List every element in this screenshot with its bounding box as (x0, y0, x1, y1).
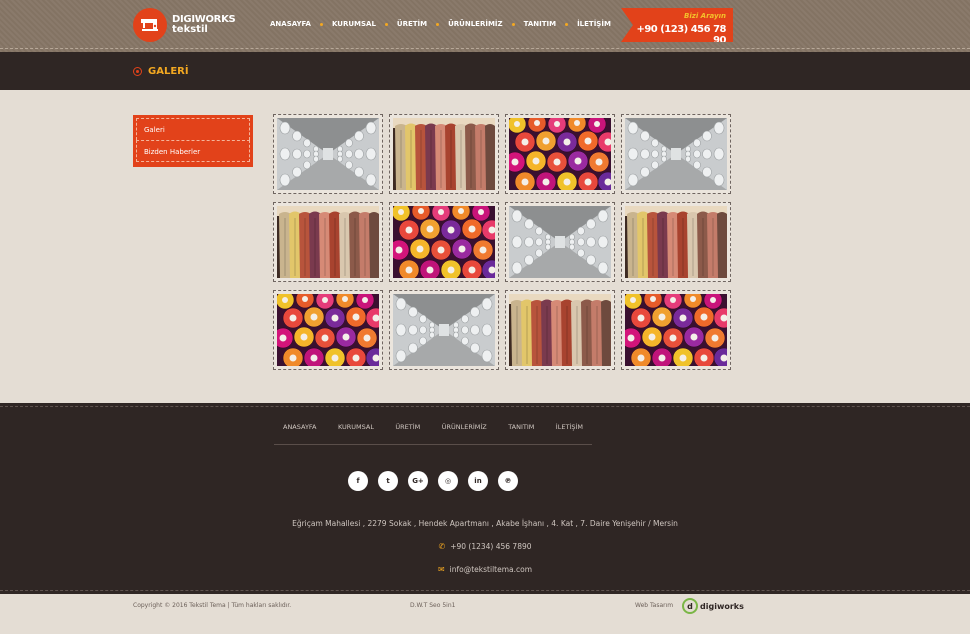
main-nav: ANASAYFA KURUMSAL ÜRETİM ÜRÜNLERİMİZ TAN… (270, 20, 611, 28)
call-phone: +90 (123) 456 78 90 (636, 24, 726, 46)
gallery-thumb[interactable] (273, 114, 383, 194)
sidebar-menu: Galeri Bizden Haberler (133, 115, 253, 167)
gallery-thumb[interactable] (389, 114, 499, 194)
footer-nav: ANASAYFA KURUMSAL ÜRETİM ÜRÜNLERİMİZ TAN… (274, 423, 592, 445)
gallery-thumb[interactable] (621, 114, 731, 194)
facebook-icon[interactable]: f (348, 471, 368, 491)
footer: ANASAYFA KURUMSAL ÜRETİM ÜRÜNLERİMİZ TAN… (0, 403, 970, 594)
web-design-label: Web Tasarım (635, 602, 674, 609)
nav-separator (511, 22, 515, 26)
footer-phone-text: +90 (1234) 456 7890 (450, 542, 532, 551)
nav-item-kurumsal[interactable]: KURUMSAL (332, 20, 376, 28)
linkedin-icon[interactable]: in (468, 471, 488, 491)
seo-credit[interactable]: D.W.T Seo 5in1 (410, 602, 455, 609)
nav-separator (384, 22, 388, 26)
target-icon (133, 67, 142, 76)
sidebar-item-bizden-haberler[interactable]: Bizden Haberler (136, 140, 250, 162)
digiworks-d-icon: d (682, 598, 698, 614)
digiworks-logo[interactable]: d digiworks (682, 598, 744, 614)
bottom-bar: Copyright © 2016 Tekstil Tema | Tüm hakl… (0, 594, 970, 634)
nav-separator (565, 22, 569, 26)
instagram-icon[interactable]: ◎ (438, 471, 458, 491)
nav-item-tanitim[interactable]: TANITIM (524, 20, 556, 28)
google-plus-icon[interactable]: G+ (408, 471, 428, 491)
gallery-thumb[interactable] (273, 202, 383, 282)
gallery-thumb[interactable] (389, 290, 499, 370)
nav-item-urunlerimiz[interactable]: ÜRÜNLERİMİZ (448, 20, 503, 28)
footer-nav-urunlerimiz[interactable]: ÜRÜNLERİMİZ (442, 423, 487, 444)
nav-item-anasayfa[interactable]: ANASAYFA (270, 20, 311, 28)
nav-item-uretim[interactable]: ÜRETİM (397, 20, 427, 28)
gallery-thumb[interactable] (621, 290, 731, 370)
phone-icon: ✆ (438, 542, 446, 551)
footer-nav-anasayfa[interactable]: ANASAYFA (283, 423, 317, 444)
nav-separator (436, 22, 440, 26)
footer-nav-kurumsal[interactable]: KURUMSAL (338, 423, 374, 444)
logo-text: DIGIWORKS tekstil (172, 15, 236, 35)
gallery-thumb[interactable] (505, 202, 615, 282)
footer-phone: ✆ +90 (1234) 456 7890 (0, 542, 970, 551)
footer-nav-iletisim[interactable]: İLETİŞİM (556, 423, 583, 444)
gallery-thumb[interactable] (273, 290, 383, 370)
footer-email[interactable]: ✉ info@tekstiltema.com (0, 565, 970, 574)
social-links: f t G+ ◎ in ℗ (348, 471, 528, 491)
call-box[interactable]: Bizi Arayın +90 (123) 456 78 90 (621, 8, 733, 42)
sidebar-item-galeri[interactable]: Galeri (136, 118, 250, 140)
header: DIGIWORKS tekstil ANASAYFA KURUMSAL ÜRET… (0, 0, 970, 52)
logo[interactable]: DIGIWORKS tekstil (133, 8, 236, 42)
gallery-thumb[interactable] (505, 114, 615, 194)
twitter-icon[interactable]: t (378, 471, 398, 491)
nav-item-iletisim[interactable]: İLETİŞİM (577, 20, 611, 28)
copyright: Copyright © 2016 Tekstil Tema | Tüm hakl… (133, 602, 292, 609)
footer-address: Eğriçam Mahallesi , 2279 Sokak , Hendek … (292, 519, 678, 528)
page-title: GALERİ (148, 66, 189, 77)
gallery-thumb[interactable] (389, 202, 499, 282)
logo-line2: tekstil (172, 24, 208, 35)
pinterest-icon[interactable]: ℗ (498, 471, 518, 491)
footer-email-text: info@tekstiltema.com (449, 565, 533, 574)
gallery-thumb[interactable] (505, 290, 615, 370)
gallery-grid (273, 114, 731, 370)
page-title-bar: GALERİ (0, 52, 970, 90)
gallery-thumb[interactable] (621, 202, 731, 282)
digiworks-logo-text: digiworks (700, 601, 744, 611)
footer-nav-tanitim[interactable]: TANITIM (508, 423, 534, 444)
envelope-icon: ✉ (437, 565, 445, 574)
footer-nav-uretim[interactable]: ÜRETİM (395, 423, 420, 444)
sewing-machine-icon (133, 8, 167, 42)
call-title: Bizi Arayın (684, 12, 726, 20)
nav-separator (319, 22, 323, 26)
